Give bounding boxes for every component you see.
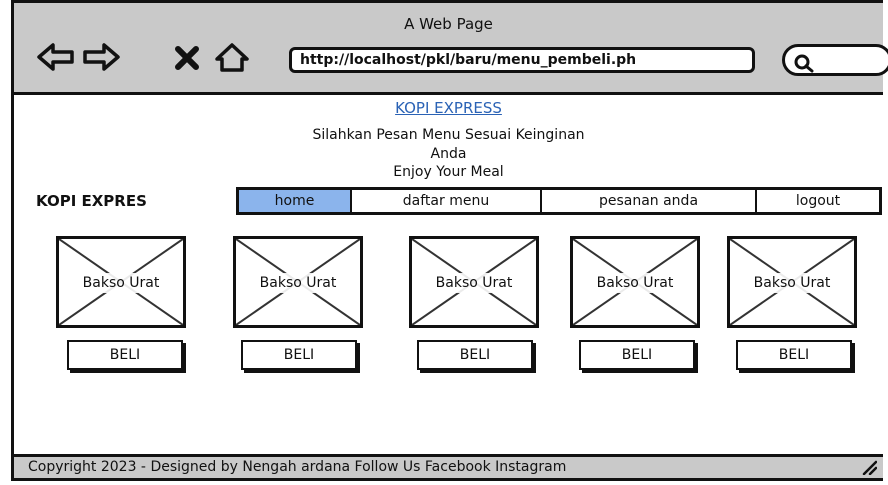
search-icon [794, 54, 814, 73]
product-card[interactable]: Bakso Urat [570, 236, 700, 328]
buy-button[interactable]: BELI [417, 340, 533, 370]
window-title: A Web Page [404, 15, 493, 33]
buy-button[interactable]: BELI [241, 340, 357, 370]
address-bar[interactable]: http://localhost/pkl/baru/menu_pembeli.p… [289, 47, 755, 73]
browser-toolbar: A Web Page http://localhost/pkl/baru/men… [14, 3, 888, 95]
home-icon[interactable] [212, 37, 252, 77]
search-input[interactable] [782, 44, 888, 76]
nav-menu: home daftar menu pesanan anda logout [236, 187, 882, 215]
tab-pesanan-anda[interactable]: pesanan anda [542, 190, 757, 212]
product-name: Bakso Urat [573, 273, 697, 293]
product-card[interactable]: Bakso Urat [727, 236, 857, 328]
enjoy-text: Enjoy Your Meal [393, 164, 504, 180]
footer-text: Copyright 2023 - Designed by Nengah arda… [28, 459, 567, 475]
site-title-link[interactable]: KOPI EXPRESS [14, 99, 883, 117]
tab-home[interactable]: home [239, 190, 352, 212]
browser-window: A Web Page http://localhost/pkl/baru/men… [11, 0, 888, 481]
buy-button[interactable]: BELI [579, 340, 695, 370]
page-footer: Copyright 2023 - Designed by Nengah arda… [14, 454, 883, 478]
tab-logout[interactable]: logout [757, 190, 879, 212]
brand-label: KOPI EXPRES [36, 192, 147, 210]
buy-button[interactable]: BELI [67, 340, 183, 370]
back-arrow-icon[interactable] [36, 37, 76, 77]
product-name: Bakso Urat [236, 273, 360, 293]
buy-button[interactable]: BELI [736, 340, 852, 370]
product-card[interactable]: Bakso Urat [409, 236, 539, 328]
welcome-text: Silahkan Pesan Menu Sesuai Keinginan [312, 127, 585, 143]
tab-daftar-menu[interactable]: daftar menu [352, 190, 542, 212]
resize-handle-icon[interactable] [861, 459, 877, 475]
product-name: Bakso Urat [412, 273, 536, 293]
product-name: Bakso Urat [59, 273, 183, 293]
forward-arrow-icon[interactable] [81, 37, 121, 77]
product-card[interactable]: Bakso Urat [233, 236, 363, 328]
close-icon[interactable] [167, 37, 207, 77]
product-card[interactable]: Bakso Urat [56, 236, 186, 328]
welcome-text-cont: Anda [430, 146, 467, 162]
product-name: Bakso Urat [730, 273, 854, 293]
